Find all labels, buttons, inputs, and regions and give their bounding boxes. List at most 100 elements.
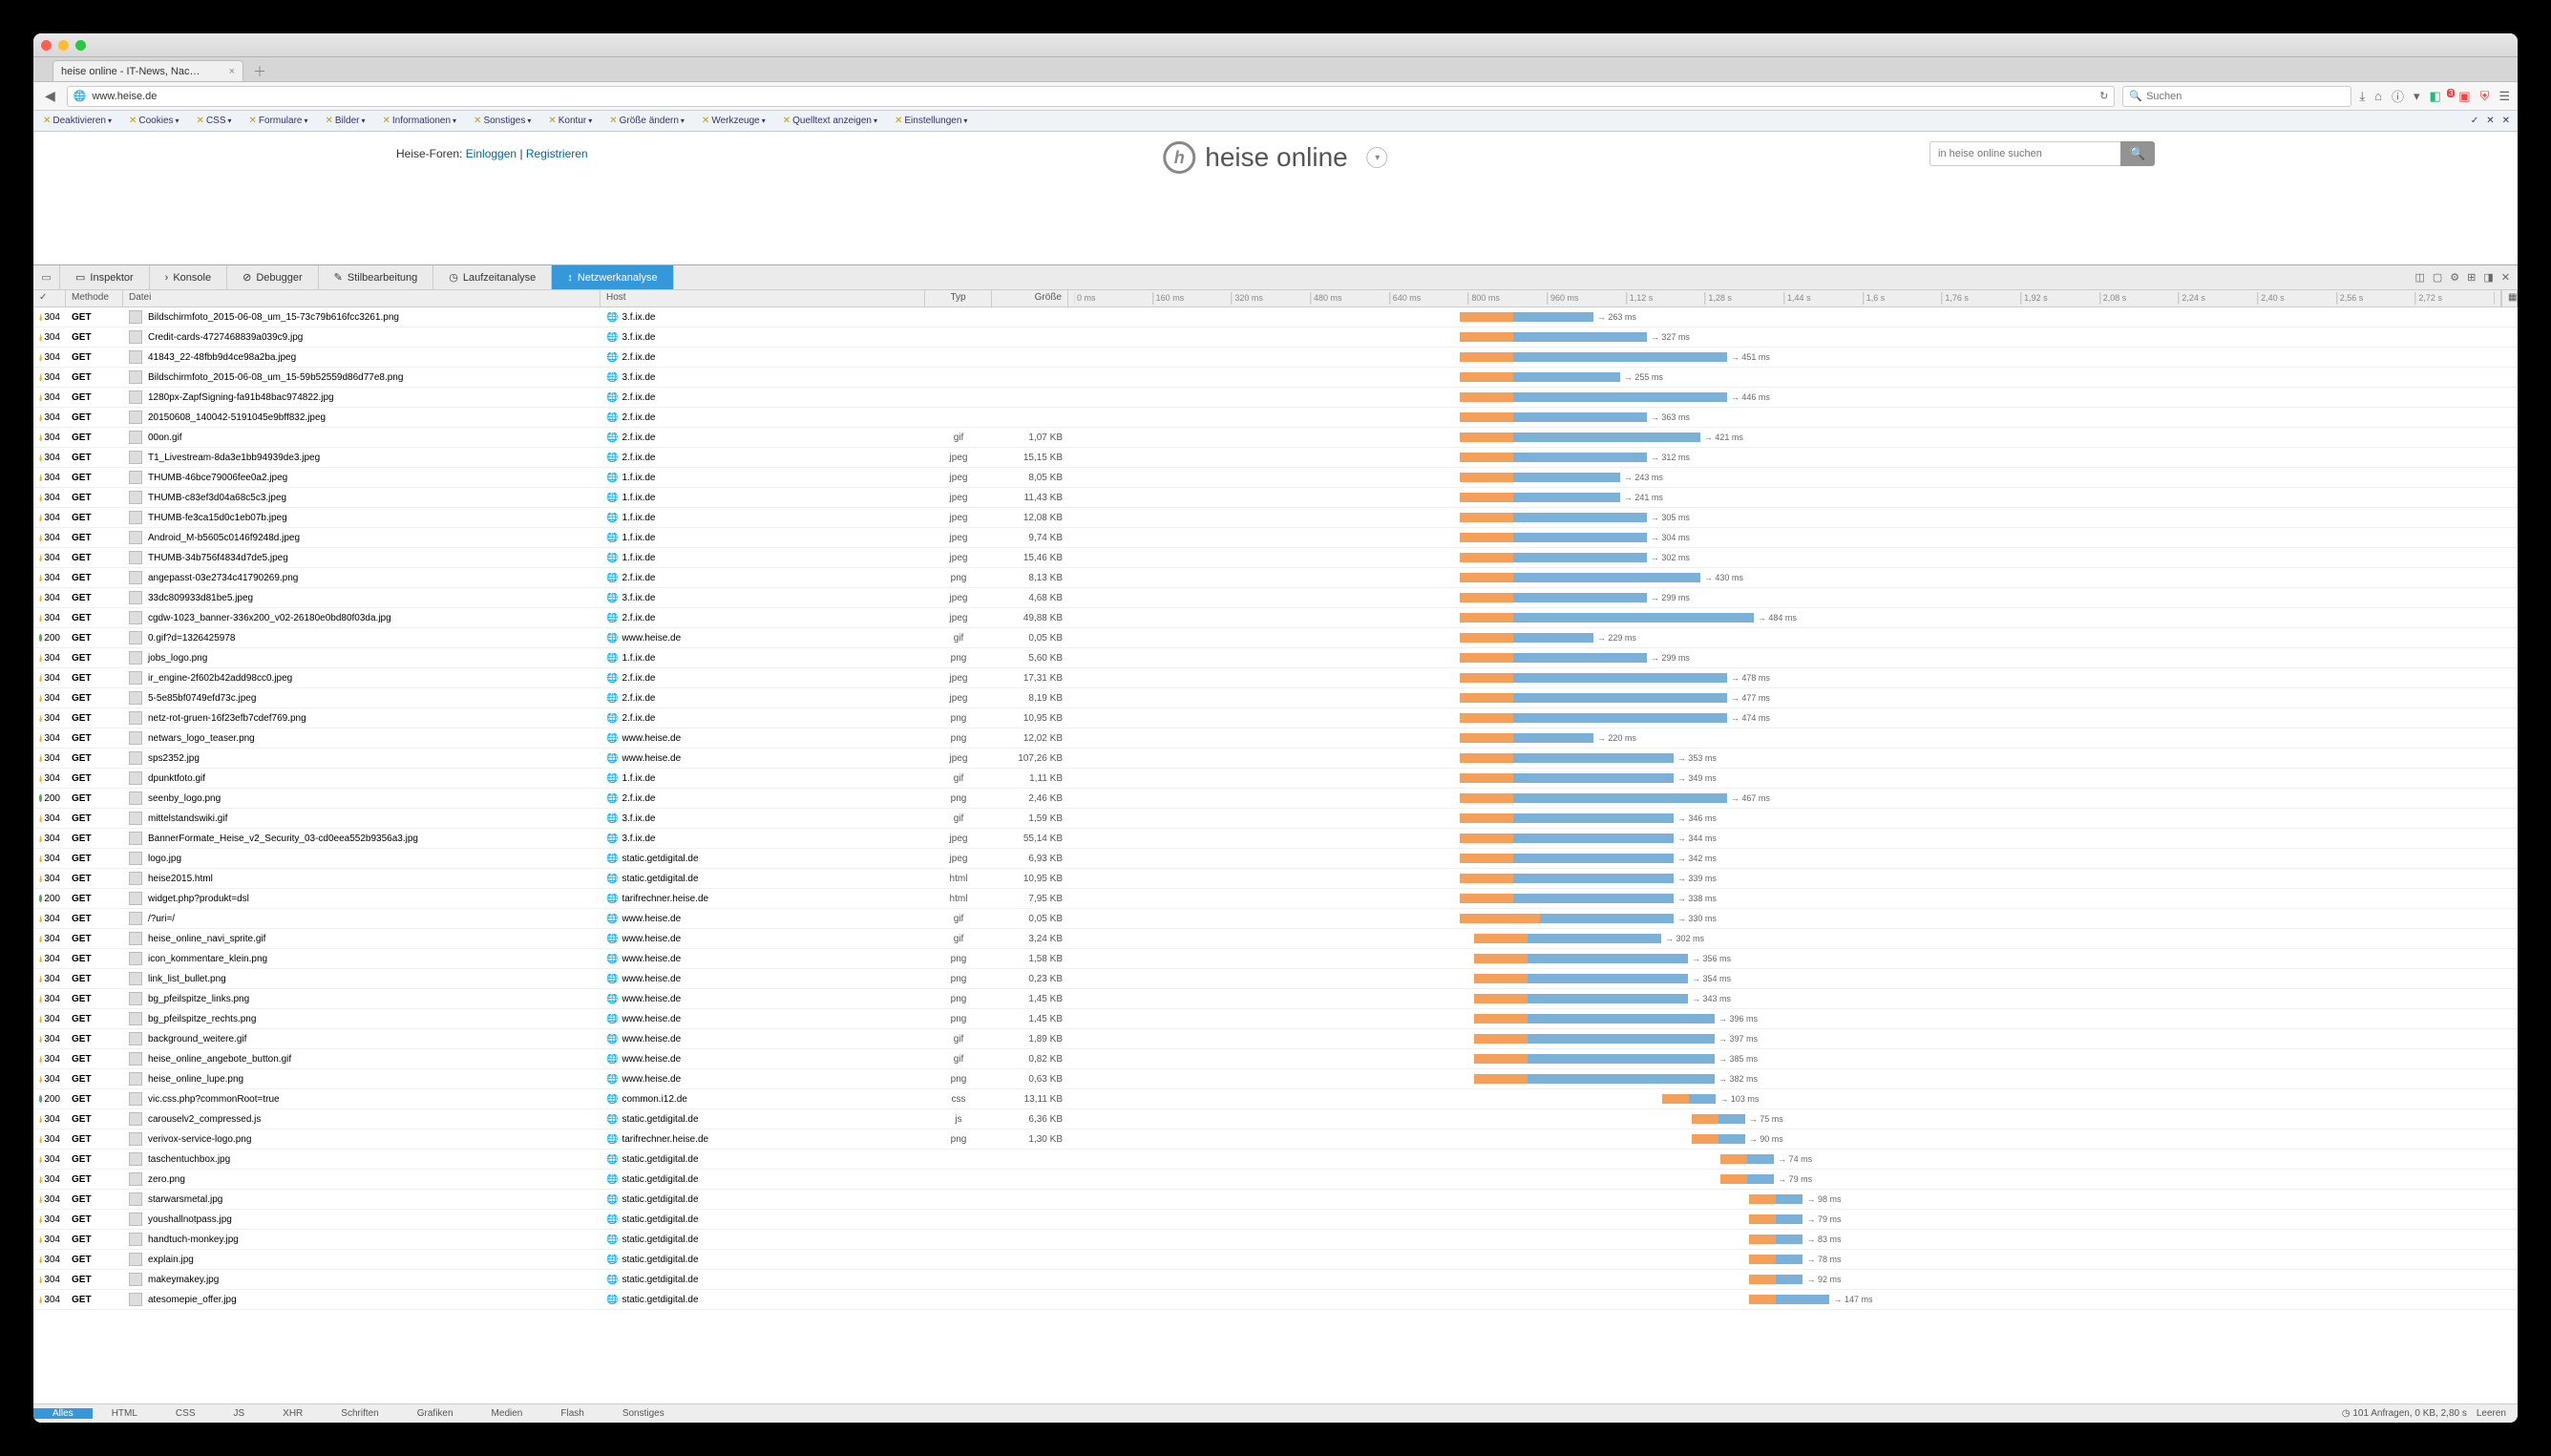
network-request-row[interactable]: 304GETTHUMB-34b756f4834d7de5.jpeg🌐1.f.ix… [33, 548, 2518, 568]
url-input[interactable]: 🌐 www.heise.de ↻ [67, 86, 2116, 107]
wdt-item[interactable]: ✕Cookies▾ [119, 116, 187, 126]
network-request-row[interactable]: 304GETatesomepie_offer.jpg🌐static.getdig… [33, 1290, 2518, 1310]
back-button[interactable]: ◀ [41, 88, 59, 104]
network-request-row[interactable]: 304GET20150608_140042-5191045e9bff832.jp… [33, 408, 2518, 428]
network-request-row[interactable]: 304GETbg_pfeilspitze_links.png🌐www.heise… [33, 989, 2518, 1009]
network-request-row[interactable]: 304GETnetwars_logo_teaser.png🌐www.heise.… [33, 728, 2518, 749]
network-request-row[interactable]: 304GETBannerFormate_Heise_v2_Security_03… [33, 829, 2518, 849]
filter-flash[interactable]: Flash [541, 1408, 602, 1419]
network-request-row[interactable]: 304GETexplain.jpg🌐static.getdigital.de→ … [33, 1250, 2518, 1270]
register-link[interactable]: Registrieren [526, 147, 588, 160]
wdt-check-icon[interactable]: ✓ [2471, 116, 2478, 126]
wdt-close2-icon[interactable]: ✕ [2502, 116, 2510, 126]
shield-icon[interactable]: ⛨ [2480, 89, 2490, 104]
filter-sonstiges[interactable]: Sonstiges [603, 1408, 684, 1419]
network-request-row[interactable]: 304GETsps2352.jpg🌐www.heise.dejpeg107,26… [33, 749, 2518, 769]
maximize-window-icon[interactable] [75, 40, 86, 51]
network-request-row[interactable]: 304GETheise2015.html🌐static.getdigital.d… [33, 869, 2518, 889]
network-request-row[interactable]: 304GETicon_kommentare_klein.png🌐www.heis… [33, 949, 2518, 969]
network-request-row[interactable]: 304GETir_engine-2f602b42add98cc0.jpeg🌐2.… [33, 668, 2518, 688]
devtools-dock-icon[interactable]: ◨ [2483, 271, 2493, 284]
network-request-row[interactable]: 304GET33dc809933d81be5.jpeg🌐3.f.ix.dejpe… [33, 588, 2518, 608]
network-request-row[interactable]: 304GETzero.png🌐static.getdigital.de→ 79 … [33, 1170, 2518, 1190]
network-request-row[interactable]: 304GETyoushallnotpass.jpg🌐static.getdigi… [33, 1210, 2518, 1230]
page-search-button[interactable]: 🔍 [2120, 141, 2155, 166]
devtools-split-icon[interactable]: ◫ [2414, 271, 2424, 284]
network-request-row[interactable]: 304GETbackground_weitere.gif🌐www.heise.d… [33, 1029, 2518, 1049]
network-request-row[interactable]: 200GET0.gif?d=1326425978🌐www.heise.degif… [33, 628, 2518, 648]
login-link[interactable]: Einloggen [466, 147, 517, 160]
network-request-row[interactable]: 304GET00on.gif🌐2.f.ix.degif1,07 KB→ 421 … [33, 428, 2518, 448]
wdt-item[interactable]: ✕Sonstiges▾ [464, 116, 538, 126]
tab-performance[interactable]: ◷ Laufzeitanalyse [433, 265, 552, 289]
tab-console[interactable]: › Konsole [150, 265, 227, 289]
network-request-row[interactable]: 200GETseenby_logo.png🌐2.f.ix.depng2,46 K… [33, 789, 2518, 809]
network-request-row[interactable]: 304GETnetz-rot-gruen-16f23efb7cdef769.pn… [33, 708, 2518, 728]
network-request-row[interactable]: 304GET5-5e85bf0749efd73c.jpeg🌐2.f.ix.dej… [33, 688, 2518, 708]
wdt-close-icon[interactable]: ✕ [2486, 116, 2494, 126]
wdt-item[interactable]: ✕Bilder▾ [316, 116, 373, 126]
filter-schriften[interactable]: Schriften [322, 1408, 397, 1419]
network-request-row[interactable]: 304GET1280px-ZapfSigning-fa91b48bac97482… [33, 388, 2518, 408]
network-request-row[interactable]: 304GETTHUMB-fe3ca15d0c1eb07b.jpeg🌐1.f.ix… [33, 508, 2518, 528]
wdt-item[interactable]: ✕CSS▾ [187, 116, 240, 126]
wdt-item[interactable]: ✕Deaktivieren▾ [33, 116, 119, 126]
network-request-row[interactable]: 200GETwidget.php?produkt=dsl🌐tarifrechne… [33, 889, 2518, 909]
col-size[interactable]: Größe [992, 290, 1068, 306]
devtools-options-icon[interactable]: ⊞ [2467, 271, 2476, 284]
minimize-window-icon[interactable] [58, 40, 69, 51]
filter-html[interactable]: HTML [93, 1408, 157, 1419]
wdt-item[interactable]: ✕Quelltext anzeigen▾ [773, 116, 885, 126]
wdt-item[interactable]: ✕Einstellungen▾ [885, 116, 975, 126]
search-field[interactable] [2146, 91, 2345, 102]
tab-style[interactable]: ✎ Stilbearbeitung [319, 265, 434, 289]
new-tab-button[interactable]: ＋ [249, 62, 270, 81]
filter-medien[interactable]: Medien [473, 1408, 542, 1419]
network-request-row[interactable]: 304GETverivox-service-logo.png🌐tarifrech… [33, 1129, 2518, 1150]
network-request-row[interactable]: 304GETstarwarsmetal.jpg🌐static.getdigita… [33, 1190, 2518, 1210]
network-request-row[interactable]: 304GETBildschirmfoto_2015-06-08_um_15-59… [33, 368, 2518, 388]
clear-button[interactable]: Leeren [2477, 1408, 2506, 1419]
network-request-row[interactable]: 200GETvic.css.php?commonRoot=true🌐common… [33, 1089, 2518, 1109]
brand-logo[interactable]: h heise online ▾ [1163, 141, 1387, 174]
filter-js[interactable]: JS [214, 1408, 264, 1419]
filter-grafiken[interactable]: Grafiken [398, 1408, 473, 1419]
tab-network[interactable]: ↕ Netzwerkanalyse [552, 265, 673, 289]
network-request-row[interactable]: 304GETCredit-cards-4727468839a039c9.jpg🌐… [33, 327, 2518, 348]
network-request-row[interactable]: 304GETBildschirmfoto_2015-06-08_um_15-73… [33, 307, 2518, 327]
menu-icon[interactable]: ☰ [2498, 89, 2510, 104]
network-request-row[interactable]: 304GETlogo.jpg🌐static.getdigital.dejpeg6… [33, 849, 2518, 869]
devtools-settings-icon[interactable]: ⚙ [2450, 271, 2459, 284]
network-request-row[interactable]: 304GETjobs_logo.png🌐1.f.ix.depng5,60 KB→… [33, 648, 2518, 668]
browser-tab[interactable]: heise online - IT-News, Nac… × [53, 60, 243, 81]
network-request-row[interactable]: 304GETdpunktfoto.gif🌐1.f.ix.degif1,11 KB… [33, 769, 2518, 789]
tab-inspector[interactable]: ▭ Inspektor [60, 265, 150, 289]
network-request-row[interactable]: 304GETheise_online_navi_sprite.gif🌐www.h… [33, 929, 2518, 949]
home-icon[interactable]: ⌂ [2374, 89, 2382, 103]
network-request-row[interactable]: 304GETangepasst-03e2734c41790269.png🌐2.f… [33, 568, 2518, 588]
network-request-row[interactable]: 304GETTHUMB-46bce79006fee0a2.jpeg🌐1.f.ix… [33, 468, 2518, 488]
tab-debugger[interactable]: ⊘ Debugger [227, 265, 319, 289]
network-request-row[interactable]: 304GETcarouselv2_compressed.js🌐static.ge… [33, 1109, 2518, 1129]
inspect-element-icon[interactable]: ▭ [33, 265, 60, 289]
chevron-down-icon[interactable]: ▾ [2414, 89, 2420, 104]
network-request-row[interactable]: 304GETbg_pfeilspitze_rechts.png🌐www.heis… [33, 1009, 2518, 1029]
col-method[interactable]: Methode [66, 290, 123, 306]
wdt-item[interactable]: ✕Informationen▾ [372, 116, 464, 126]
network-request-row[interactable]: 304GET/?uri=/🌐www.heise.degif0,05 KB→ 33… [33, 909, 2518, 929]
network-request-row[interactable]: 304GETheise_online_angebote_button.gif🌐w… [33, 1049, 2518, 1069]
network-request-row[interactable]: 304GETAndroid_M-b5605c0146f9248d.jpeg🌐1.… [33, 528, 2518, 548]
filter-alles[interactable]: Alles [33, 1408, 93, 1419]
col-status[interactable]: ✓ [33, 290, 66, 306]
network-request-row[interactable]: 304GETmakeymakey.jpg🌐static.getdigital.d… [33, 1270, 2518, 1290]
info-icon[interactable]: ⓘ [2392, 87, 2404, 105]
network-request-row[interactable]: 304GEThandtuch-monkey.jpg🌐static.getdigi… [33, 1230, 2518, 1250]
col-host[interactable]: Host [601, 290, 925, 306]
close-tab-icon[interactable]: × [229, 66, 235, 77]
filter-xhr[interactable]: XHR [264, 1408, 322, 1419]
reload-icon[interactable]: ↻ [2099, 90, 2108, 102]
col-type[interactable]: Typ [925, 290, 992, 306]
page-search-input[interactable] [1929, 141, 2120, 166]
wdt-item[interactable]: ✕Formulare▾ [240, 116, 316, 126]
pocket-icon[interactable]: ▣ [2458, 89, 2470, 104]
